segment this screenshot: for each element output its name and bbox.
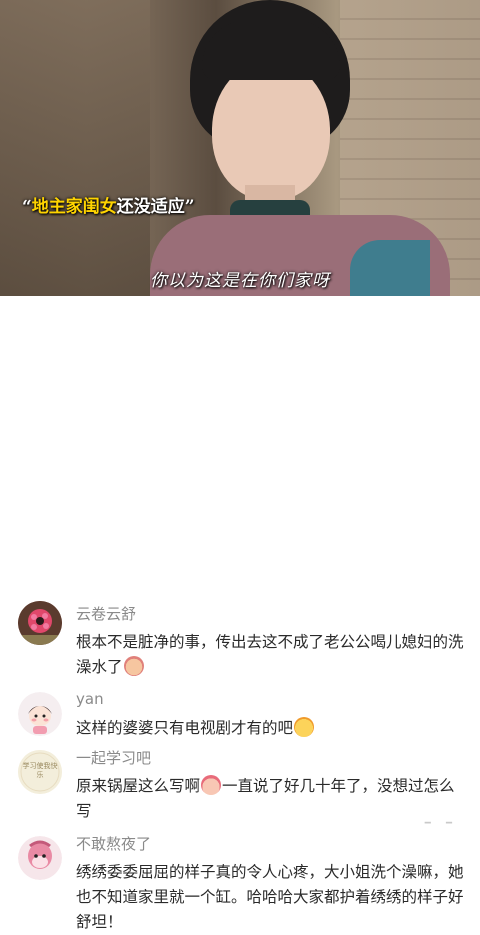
grinning-face-icon <box>294 717 315 737</box>
avatar[interactable] <box>18 601 62 645</box>
comment-username[interactable]: 云卷云舒 <box>76 598 464 624</box>
more-options-icon[interactable]: ━ ━ <box>425 818 458 829</box>
comment-item[interactable]: 云卷云舒 根本不是脏净的事，传出去这不成了老公公喝儿媳妇的洗澡水了 <box>0 598 480 680</box>
background-wall-left <box>0 0 150 296</box>
comment-item[interactable]: 不敢熬夜了 绣绣委委屈屈的样子真的令人心疼，大小姐洗个澡嘛，她也不知道家里就一个… <box>0 834 480 935</box>
comment-text: 绣绣委委屈屈的样子真的令人心疼，大小姐洗个澡嘛，她也不知道家里就一个缸。哈哈哈大… <box>76 863 464 931</box>
avatar[interactable] <box>18 836 62 880</box>
video-subtitle: 你以为这是在你们家呀 <box>150 271 330 291</box>
bangs <box>202 20 340 80</box>
tag-highlight: 地主家闺女 <box>31 197 117 217</box>
cartoon-girl-avatar-icon <box>18 692 62 736</box>
comment-text: 这样的婆婆只有电视剧才有的吧 <box>76 716 464 741</box>
avatar[interactable]: 学习使我快乐 <box>18 750 62 794</box>
comment-username[interactable]: 不敢熬夜了 <box>76 834 464 854</box>
comment-username[interactable]: yan <box>76 689 464 709</box>
comment-item[interactable]: 学习使我快乐 一起学习吧 原来锅屋这么写啊 一直说了好几十年了，没想过怎么写 ━ … <box>0 748 480 829</box>
flower-avatar-icon <box>18 601 62 645</box>
video-still-image: “地主家闺女还没适应” 你以为这是在你们家呀 <box>0 0 480 296</box>
pink-character-avatar-icon <box>18 836 62 880</box>
comment-text: 原来锅屋这么写啊 一直说了好几十年了，没想过怎么写 <box>76 775 455 820</box>
comment-username[interactable]: 一起学习吧 <box>76 748 464 768</box>
laughing-face-icon <box>201 775 222 795</box>
embarrassed-face-icon <box>123 656 144 676</box>
avatar[interactable] <box>18 692 62 736</box>
episode-tag-caption: “地主家闺女还没适应” <box>22 197 195 217</box>
tag-rest: 还没适应 <box>116 197 185 217</box>
comment-item[interactable]: yan 这样的婆婆只有电视剧才有的吧 <box>0 689 480 741</box>
actress-figure <box>150 0 450 296</box>
comment-text: 根本不是脏净的事，传出去这不成了老公公喝儿媳妇的洗澡水了 <box>76 633 464 676</box>
face <box>212 60 330 200</box>
avatar-caption: 学习使我快乐 <box>22 762 58 779</box>
